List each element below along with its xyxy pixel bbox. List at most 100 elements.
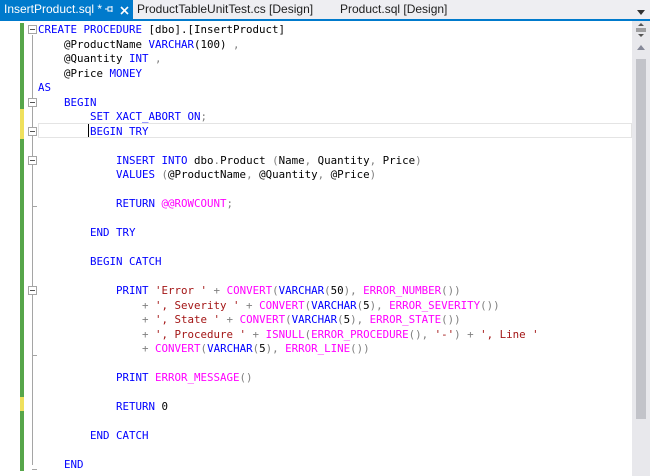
code-token: (): [239, 371, 253, 384]
code-token: CONVERT: [259, 298, 305, 312]
chevron-down-icon[interactable]: [636, 4, 646, 15]
code-line: @Price MONEY: [38, 67, 142, 82]
code-line: + ', Severity ' + CONVERT(VARCHAR(5), ER…: [38, 299, 500, 314]
code-line: BEGIN CATCH: [38, 255, 162, 270]
close-icon[interactable]: [117, 0, 131, 19]
vertical-scrollbar[interactable]: [632, 21, 650, 476]
scroll-up-icon[interactable]: [632, 41, 650, 55]
code-token: ;: [200, 110, 208, 123]
code-line: RETURN @@ROWCOUNT;: [38, 197, 233, 212]
code-line: AS: [38, 81, 51, 96]
tab-product-sql-design[interactable]: Product.sql [Design]: [340, 0, 450, 19]
code-line: PRINT 'Error ' + CONVERT(VARCHAR(50), ER…: [38, 284, 461, 299]
split-view-icon[interactable]: [632, 23, 650, 37]
code-token: 0: [161, 400, 169, 413]
code-token: ,: [304, 153, 318, 167]
code-line: END CATCH: [38, 429, 149, 444]
code-line: RETURN 0: [38, 400, 168, 415]
code-token: ): [415, 153, 422, 167]
code-token: ERROR_LINE: [285, 342, 351, 355]
code-editor[interactable]: CREATE PROCEDURE [dbo].[InsertProduct] @…: [0, 21, 650, 476]
code-token: VALUES: [116, 168, 162, 181]
code-line: BEGIN TRY: [38, 125, 149, 140]
code-token: ()): [480, 298, 500, 312]
code-token: '-': [434, 327, 455, 341]
tab-label: Product.sql [Design]: [340, 2, 448, 16]
code-token: 50: [330, 284, 344, 297]
outline-end: [32, 206, 37, 207]
pin-icon[interactable]: [102, 0, 116, 19]
code-token: Quantity: [317, 153, 370, 167]
code-token: END CATCH: [90, 429, 149, 442]
code-token: ', State ': [155, 313, 221, 326]
code-token: ),: [343, 284, 364, 297]
outline-end: [32, 355, 37, 356]
document-tab-strip: InsertProduct.sql * ProductTableUnitTest…: [0, 0, 650, 21]
code-token: +: [142, 313, 156, 326]
code-token: +: [207, 284, 227, 297]
code-token: ()): [350, 342, 370, 355]
code-token: ,: [155, 52, 162, 65]
code-line: SET XACT_ABORT ON;: [38, 110, 207, 125]
code-token: (),: [408, 327, 435, 341]
code-token: VARCHAR: [278, 284, 325, 297]
code-token: (100): [194, 37, 234, 51]
code-token: ,: [233, 37, 240, 51]
code-line: @Quantity INT ,: [38, 52, 162, 67]
code-token: END TRY: [90, 226, 136, 239]
editor-margin: [0, 21, 22, 476]
outlining-margin: [24, 21, 38, 476]
code-token: +: [246, 327, 266, 341]
code-token: +: [142, 342, 156, 355]
code-token: @Quantity: [259, 168, 318, 181]
collapse-icon[interactable]: [28, 98, 37, 107]
code-line: PRINT ERROR_MESSAGE(): [38, 371, 253, 386]
code-token: END: [64, 458, 84, 471]
code-token: ;: [226, 197, 234, 210]
code-token: ISNULL: [265, 327, 305, 341]
code-token: @ProductName: [38, 37, 149, 51]
code-token: CONVERT: [226, 284, 273, 297]
code-token: +: [220, 313, 240, 326]
code-token: Product: [220, 153, 273, 167]
code-token: VARCHAR: [291, 313, 338, 326]
code-token: ),: [350, 313, 370, 326]
collapse-icon[interactable]: [28, 286, 37, 295]
code-token: ),: [369, 298, 390, 312]
code-token: ()): [441, 284, 461, 297]
code-token: PRINT: [116, 371, 156, 384]
code-token: RETURN: [116, 400, 162, 413]
code-token: ),: [265, 342, 286, 355]
code-text-area[interactable]: CREATE PROCEDURE [dbo].[InsertProduct] @…: [38, 21, 632, 476]
code-token: @Price: [330, 168, 370, 181]
code-line: VALUES (@ProductName, @Quantity, @Price): [38, 168, 376, 183]
tab-insertproduct-sql[interactable]: InsertProduct.sql *: [0, 0, 133, 19]
code-token: [dbo].[InsertProduct]: [148, 23, 286, 36]
code-line: @ProductName VARCHAR(100) ,: [38, 38, 240, 53]
collapse-icon[interactable]: [28, 156, 37, 165]
code-token: CREATE PROCEDURE: [38, 23, 149, 36]
tab-producttableunittest-design[interactable]: ProductTableUnitTest.cs [Design]: [137, 0, 337, 19]
code-token: ERROR_MESSAGE: [155, 371, 240, 384]
code-line: END TRY: [38, 226, 136, 241]
code-token: BEGIN: [64, 95, 97, 109]
collapse-icon[interactable]: [28, 25, 37, 34]
code-token: +: [142, 327, 156, 341]
tab-label: ProductTableUnitTest.cs [Design]: [137, 2, 314, 16]
code-line: END: [38, 458, 84, 473]
code-line: BEGIN: [38, 96, 97, 111]
collapse-icon[interactable]: [28, 127, 37, 136]
code-line: + ', Procedure ' + ISNULL(ERROR_PROCEDUR…: [38, 328, 539, 343]
code-token: ,: [317, 168, 331, 181]
scroll-thumb[interactable]: [636, 59, 646, 419]
